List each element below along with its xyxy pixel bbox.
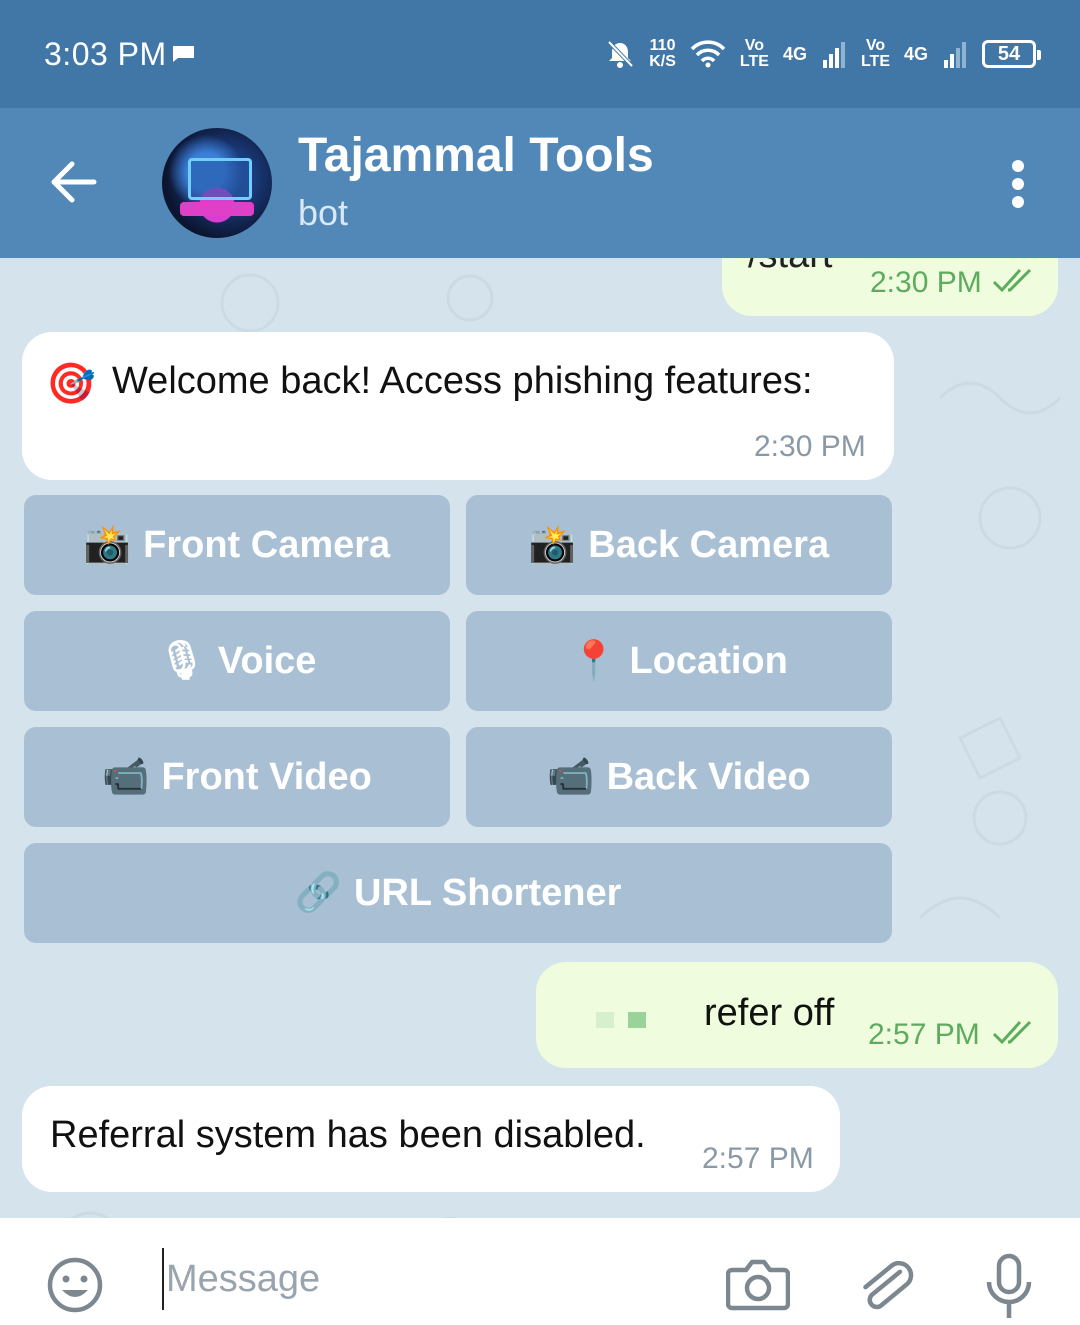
sim1-lte: LTE xyxy=(739,53,769,70)
attachment-paperclip-icon[interactable] xyxy=(858,1252,914,1318)
button-label: Front Video xyxy=(161,755,372,798)
front-video-button[interactable]: 📹 Front Video xyxy=(24,727,450,827)
pushpin-icon: 📍 xyxy=(570,640,618,682)
status-bar: 3:03 PM 110 K/S Vo LTE 4G Vo LTE 4G 54 xyxy=(0,0,1080,108)
status-icons: 110 K/S Vo LTE 4G Vo LTE 4G 54 xyxy=(605,34,1041,74)
status-time: 3:03 PM xyxy=(44,36,167,72)
message-time: 2:57 PM xyxy=(868,1018,980,1051)
message-text: /start xyxy=(748,258,832,277)
camera-flash-icon: 📸 xyxy=(83,524,132,566)
message-time: 2:30 PM xyxy=(870,266,982,299)
video-camera-icon: 📹 xyxy=(547,756,595,798)
sim2-network: 4G xyxy=(903,43,928,64)
button-label: Location xyxy=(629,639,788,682)
url-shortener-button[interactable]: 🔗 URL Shortener xyxy=(24,843,892,943)
avatar-base-graphic xyxy=(180,202,254,216)
chat-area[interactable]: /start 2:30 PM 🎯 Welcome back! Access ph… xyxy=(0,258,1080,1218)
target-emoji-icon: 🎯 xyxy=(46,362,96,406)
sim1-volte: Vo LTE xyxy=(740,38,769,70)
camera-icon[interactable] xyxy=(726,1254,790,1314)
sim2-volte: Vo LTE xyxy=(861,38,890,70)
video-camera-icon: 📹 xyxy=(102,756,150,798)
chat-subtitle: bot xyxy=(298,192,349,233)
redacted-text xyxy=(566,1006,706,1028)
chat-title[interactable]: Tajammal Tools xyxy=(298,128,654,183)
message-input[interactable] xyxy=(162,1248,688,1310)
button-label: Back Camera xyxy=(588,523,830,566)
wifi-icon xyxy=(690,40,726,68)
network-speed: 110 K/S xyxy=(649,38,676,70)
link-icon: 🔗 xyxy=(294,872,342,914)
back-arrow-icon[interactable] xyxy=(48,158,100,206)
button-label: URL Shortener xyxy=(353,871,622,914)
message-text: Referral system has been disabled. xyxy=(50,1114,646,1156)
speed-value: 110 xyxy=(649,37,676,54)
battery-level: 54 xyxy=(997,42,1021,65)
chat-header: Tajammal Tools bot xyxy=(0,108,1080,258)
back-video-button[interactable]: 📹 Back Video xyxy=(466,727,892,827)
emoji-icon[interactable] xyxy=(46,1256,104,1314)
camera-flash-icon: 📸 xyxy=(528,524,577,566)
sim1-vo: Vo xyxy=(744,37,765,54)
button-label: Front Camera xyxy=(143,523,391,566)
button-label: Voice xyxy=(217,639,317,682)
front-camera-button[interactable]: 📸 Front Camera xyxy=(24,495,450,595)
button-label: Back Video xyxy=(606,755,811,798)
microphone-icon[interactable] xyxy=(984,1252,1034,1322)
bot-avatar[interactable] xyxy=(162,128,272,238)
double-check-icon xyxy=(992,1020,1032,1045)
sim1-network: 4G xyxy=(782,43,807,64)
microphone-icon: 🎙 xyxy=(157,640,206,682)
avatar-screen-graphic xyxy=(188,158,252,200)
back-camera-button[interactable]: 📸 Back Camera xyxy=(466,495,892,595)
message-time: 2:57 PM xyxy=(702,1142,814,1175)
incoming-message-welcome[interactable]: 🎯 Welcome back! Access phishing features… xyxy=(22,332,894,480)
voice-button[interactable]: 🎙 Voice xyxy=(24,611,450,711)
message-text: Welcome back! Access phishing features: xyxy=(112,360,813,402)
double-check-icon xyxy=(992,268,1032,293)
sim2-vo: Vo xyxy=(865,37,886,54)
message-time: 2:30 PM xyxy=(754,430,866,463)
message-text: refer off xyxy=(704,992,835,1034)
signal-icon-sim2 xyxy=(944,42,966,68)
outgoing-message-start[interactable]: /start 2:30 PM xyxy=(722,258,1058,316)
incoming-message-referral-disabled[interactable]: Referral system has been disabled. 2:57 … xyxy=(22,1086,840,1192)
message-notification-icon xyxy=(172,46,194,62)
battery-icon: 54 xyxy=(982,40,1041,68)
outgoing-message-refer-off[interactable]: refer off 2:57 PM xyxy=(536,962,1058,1068)
sim2-lte: LTE xyxy=(860,53,890,70)
location-button[interactable]: 📍 Location xyxy=(466,611,892,711)
message-input-bar xyxy=(0,1218,1080,1325)
mute-bell-icon xyxy=(607,40,634,68)
more-options-icon[interactable] xyxy=(1008,158,1028,210)
speed-unit: K/S xyxy=(649,53,676,70)
signal-icon-sim1 xyxy=(822,42,845,68)
